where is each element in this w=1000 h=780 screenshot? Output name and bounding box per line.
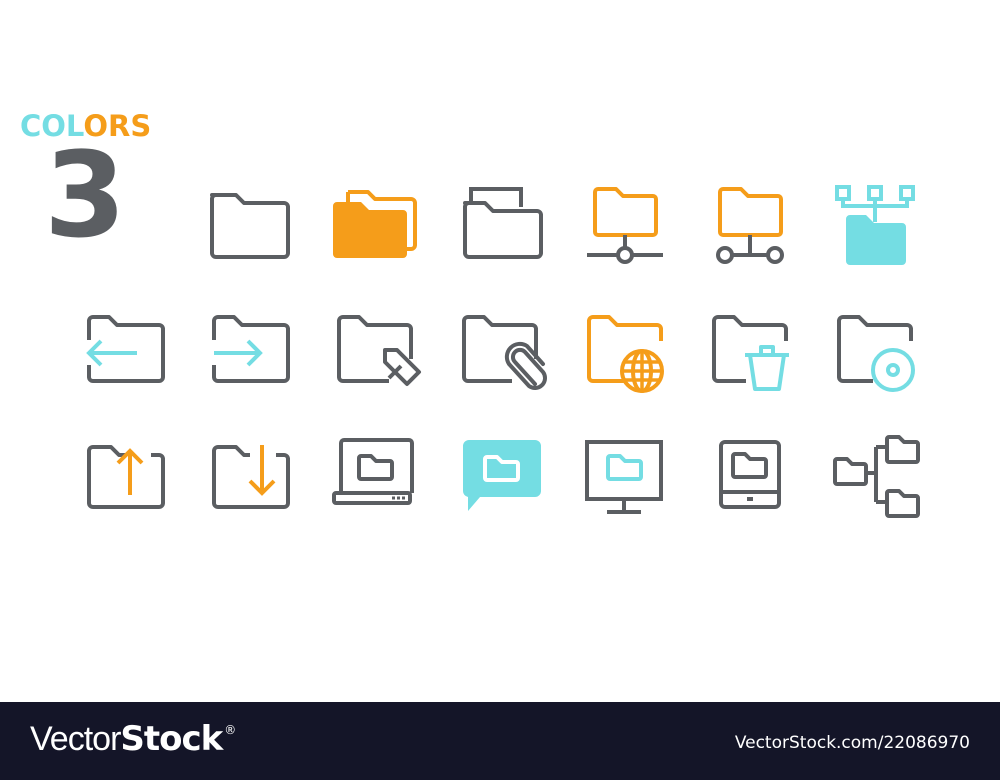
folder-attachment-icon (442, 300, 552, 400)
footer-bar: VectorStock ® VectorStock.com/22086970 (0, 702, 1000, 780)
colors-count: 3 (44, 126, 127, 264)
tablet-folder-icon (692, 425, 802, 525)
image-reference: VectorStock.com/22086970 (734, 733, 970, 753)
folder-shared-network-icon (695, 175, 805, 275)
logo-text-light: Vector (30, 720, 121, 758)
registered-mark: ® (224, 723, 236, 737)
folder-disc-icon (817, 300, 927, 400)
folder-download-icon (192, 425, 302, 525)
folder-web-icon (567, 300, 677, 400)
folder-export-icon (192, 300, 302, 400)
folder-network-icon (570, 175, 680, 275)
folder-document-icon (445, 175, 555, 275)
folder-edit-icon (317, 300, 427, 400)
folder-icon (192, 175, 302, 275)
vectorstock-logo: VectorStock ® (30, 719, 236, 759)
logo-text-bold: Stock (120, 719, 223, 759)
monitor-folder-icon (567, 425, 677, 525)
folder-delete-icon (692, 300, 802, 400)
folder-hierarchy-icon (820, 175, 930, 275)
chat-folder-icon (442, 425, 552, 525)
folder-tree-icon (817, 425, 927, 525)
laptop-folder-icon (317, 425, 427, 525)
folder-import-icon (67, 300, 177, 400)
folders-stack-icon (317, 175, 427, 275)
folder-upload-icon (67, 425, 177, 525)
